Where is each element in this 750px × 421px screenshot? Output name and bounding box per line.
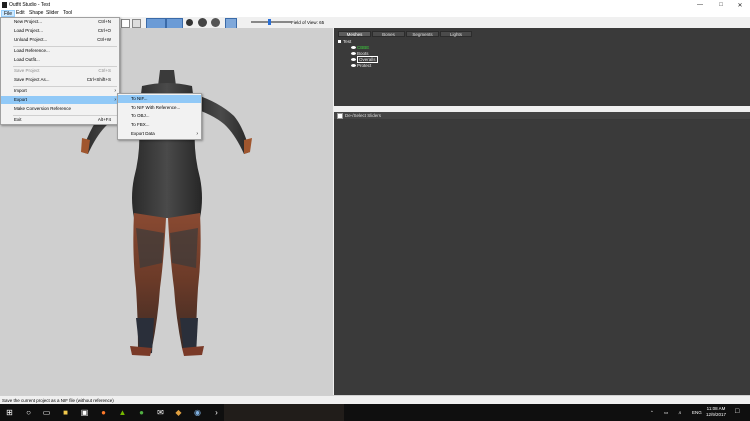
menu-tool[interactable]: Tool [61, 10, 74, 17]
volume-icon[interactable]: ♬ [678, 410, 683, 415]
window-title: Outfit Studio - Test [9, 2, 51, 8]
eye-icon[interactable] [351, 64, 356, 68]
clock-date[interactable]: 12/9/2017 [702, 412, 730, 417]
export-submenu: To NIF... To NIF With Reference... To OB… [117, 93, 202, 140]
eye-icon[interactable] [351, 58, 356, 62]
menu-to-obj[interactable]: To OBJ... [118, 112, 201, 120]
file-explorer-icon[interactable]: ■ [60, 407, 71, 418]
chevron-up-icon[interactable]: ⌃ [650, 410, 654, 415]
menu-make-conversion-reference[interactable]: Make Conversion Reference [1, 105, 119, 113]
tab-bones[interactable]: Bones [372, 31, 405, 37]
fov-slider-track[interactable] [251, 21, 291, 23]
menu-save-project-as[interactable]: Save Project As... Ctrl+Shift+S [1, 76, 119, 84]
taskbar-background-art [224, 404, 344, 421]
tab-meshes[interactable]: Meshes [338, 31, 371, 37]
file-menu: New Project... Ctrl+N Load Project... Ctrl… [0, 17, 120, 125]
game-icon[interactable]: ◆ [173, 407, 184, 418]
menu-edit[interactable]: Edit [14, 10, 27, 17]
menu-shape[interactable]: Shape [27, 10, 45, 17]
menu-to-nif-with-reference[interactable]: To NIF With Reference... [118, 104, 201, 112]
tab-segments[interactable]: Segments [406, 31, 439, 37]
submenu-arrow-icon: › [114, 88, 116, 94]
title-bar: Outfit Studio - Test — □ ✕ [0, 0, 750, 10]
app-icon [2, 2, 7, 8]
search-icon[interactable]: ○ [23, 407, 34, 418]
maximize-button[interactable]: □ [711, 0, 731, 10]
tab-lights[interactable]: Lights [440, 31, 472, 37]
menu-bar: File Edit Shape Slider Tool [0, 10, 750, 17]
menu-to-nif[interactable]: To NIF... [118, 95, 201, 103]
shaded-mode-icon[interactable] [198, 18, 207, 27]
task-view-icon[interactable]: ▭ [41, 407, 52, 418]
eye-icon[interactable] [351, 46, 356, 50]
firefox-icon[interactable]: ● [98, 407, 109, 418]
submenu-arrow-icon: › [196, 131, 198, 137]
menu-unload-project[interactable]: Unload Project... Ctrl+W [1, 36, 119, 44]
brush-tool-icon[interactable] [132, 19, 141, 28]
viewport-toolbar: Field of View: 65 [118, 17, 333, 29]
panel-tabs: Meshes Bones Segments Lights [338, 31, 472, 37]
menu-import[interactable]: Import › [1, 87, 119, 95]
minimize-button[interactable]: — [690, 0, 710, 10]
menu-load-outfit[interactable]: Load Outfit... [1, 56, 119, 64]
menu-to-fbx[interactable]: To FBX... [118, 121, 201, 129]
taskbar: ⊞ ○ ▭ ■ ▣ ● ▲ ● ✉ ◆ ◉ › ⌃ ▭ ♬ ENG 11:08 … [0, 404, 750, 421]
slider-header: De-/Select Sliders [334, 112, 750, 119]
steam-icon[interactable]: ◉ [192, 407, 203, 418]
tree-root[interactable]: Test [338, 39, 351, 45]
notification-icon[interactable]: □ [735, 408, 739, 415]
submenu-arrow-icon: › [114, 97, 116, 103]
menu-exit[interactable]: Exit Alt+F4 [1, 116, 119, 124]
expand-icon[interactable] [338, 40, 341, 44]
menu-slider[interactable]: Slider [44, 10, 61, 17]
clock-time[interactable]: 11:08 AM [702, 406, 730, 411]
mesh-panel [334, 28, 750, 106]
tree-item-protect[interactable]: Protect [351, 63, 371, 69]
fov-label: Field of View: 65 [291, 20, 325, 25]
texture-mode-icon[interactable] [211, 18, 220, 27]
windows-start-icon[interactable]: ⊞ [4, 407, 15, 418]
menu-file[interactable]: File [1, 10, 16, 17]
render-mode-icon[interactable] [186, 19, 193, 26]
menu-export-data[interactable]: Export Data › [118, 130, 201, 138]
menu-save-project: Save Project Ctrl+S [14, 68, 111, 73]
select-sliders-checkbox[interactable] [337, 112, 343, 119]
menu-export[interactable]: Export › [1, 96, 119, 104]
mail-icon[interactable]: ✉ [155, 407, 166, 418]
terminal-icon[interactable]: › [211, 407, 222, 418]
slider-panel [334, 112, 750, 395]
eye-icon[interactable] [351, 52, 356, 56]
select-tool-icon[interactable] [121, 19, 130, 28]
network-icon[interactable]: ▭ [664, 410, 668, 415]
status-text: Save the current project as a NIF file (… [2, 398, 114, 403]
menu-load-project[interactable]: Load Project... Ctrl+O [1, 27, 119, 35]
close-button[interactable]: ✕ [730, 0, 750, 10]
fov-slider-thumb[interactable] [268, 19, 271, 25]
nvidia-icon[interactable]: ▲ [117, 407, 128, 418]
language-indicator[interactable]: ENG [692, 410, 702, 415]
store-icon[interactable]: ▣ [79, 407, 90, 418]
xbox-icon[interactable]: ● [136, 407, 147, 418]
menu-load-reference[interactable]: Load Reference... [1, 47, 119, 55]
select-sliders-label[interactable]: De-/Select Sliders [345, 113, 381, 118]
menu-new-project[interactable]: New Project... Ctrl+N [1, 18, 119, 26]
